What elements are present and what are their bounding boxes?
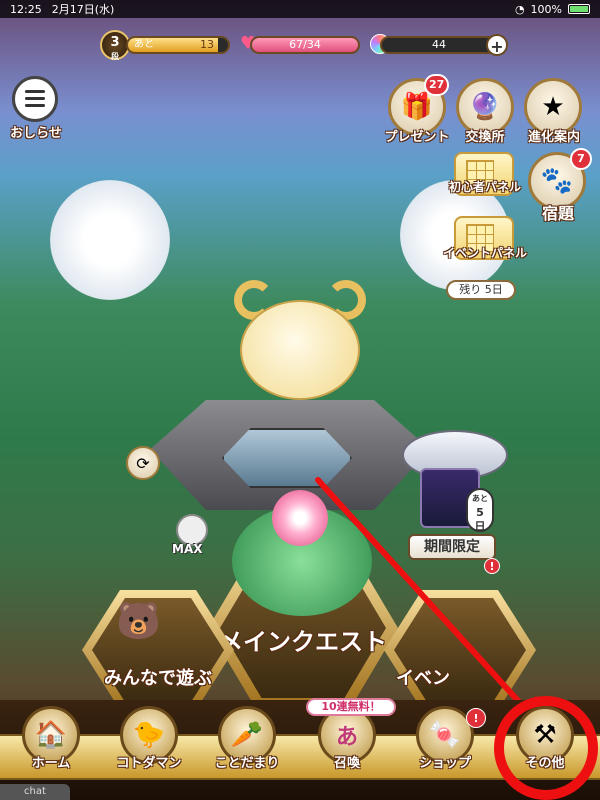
- event-panel-label: イベントパネル: [442, 246, 527, 260]
- resource-bar: 3 段 あと 13 ♥ 67/34 44 +: [100, 30, 520, 62]
- menu-list-icon: [25, 90, 45, 111]
- status-time: 12:25: [10, 2, 42, 16]
- rotate-button[interactable]: ⟳: [126, 446, 160, 480]
- status-date: 2月17日(水): [51, 3, 115, 16]
- gem-value: 44: [432, 38, 446, 51]
- max-label: MAX: [172, 542, 203, 556]
- wifi-icon: ◔: [514, 2, 525, 16]
- present-label: プレゼント: [384, 130, 450, 145]
- beginner-panel-label: 初心者パネル: [448, 180, 521, 194]
- tanuki-icon: 🐾: [540, 166, 574, 196]
- present-count-badge: 27: [424, 74, 450, 96]
- rank-number: 3: [110, 35, 120, 50]
- nav-summon[interactable]: あ 召喚: [306, 706, 388, 784]
- tanuki-pair-icon: 🐻: [116, 601, 161, 642]
- battery-percent: 100%: [530, 2, 562, 16]
- main-quest-label: メインクエスト: [219, 628, 387, 656]
- battery-icon: [568, 4, 590, 14]
- summon-char: あ: [335, 725, 358, 750]
- rank-suffix: 段: [111, 52, 119, 61]
- nav-kotodamari-label: ことだまり: [214, 756, 280, 771]
- highlight-circle: [494, 696, 598, 800]
- exp-bar: あと 13: [126, 36, 230, 54]
- ram-monster[interactable]: [220, 270, 380, 410]
- nav-home-label: ホーム: [31, 756, 71, 771]
- play-together-label: みんなで遊ぶ: [104, 668, 212, 689]
- stamina-bar: 67/34: [250, 36, 360, 54]
- evolution-guide-label: 進化案内: [527, 130, 580, 145]
- gem-bar: 44: [380, 36, 498, 54]
- nav-home[interactable]: 🏠 ホーム: [10, 706, 92, 784]
- refresh-icon: ⟳: [136, 453, 150, 473]
- stamina-value: 67/34: [289, 38, 321, 51]
- chat-tab[interactable]: chat: [0, 784, 70, 800]
- pink-flower-icon: [272, 490, 328, 546]
- monster-body: [240, 300, 360, 400]
- white-flower-left: [50, 180, 170, 300]
- limited-alert-badge: !: [484, 558, 500, 574]
- event-label: イベン: [396, 668, 450, 689]
- add-gems-button[interactable]: +: [486, 34, 508, 56]
- event-panel-days: 残り 5日: [446, 280, 516, 300]
- limited-days-prefix: あと: [472, 494, 488, 503]
- status-bar: 12:25 2月17日(水) ◔ 100%: [0, 0, 600, 18]
- nav-kotodaman[interactable]: 🐤 コトダマン: [108, 706, 190, 784]
- exchange-orbs-icon: 🔮: [468, 92, 502, 122]
- notice-button[interactable]: [12, 76, 58, 122]
- nav-kotodaman-label: コトダマン: [116, 756, 182, 771]
- gift-icon: 🎁: [400, 92, 434, 122]
- exp-value: 13: [200, 38, 214, 51]
- limited-days-remaining: あと 5 日: [466, 488, 494, 533]
- nav-kotodamari[interactable]: 🥕 ことだまり: [206, 706, 288, 784]
- shop-alert-badge: !: [466, 708, 486, 728]
- homework-count-badge: 7: [570, 148, 592, 170]
- limited-time-tag[interactable]: 期間限定: [408, 534, 496, 560]
- homework-label: 宿題: [541, 204, 574, 223]
- limited-days-number: 5: [476, 506, 484, 519]
- notice-label: おしらせ: [10, 126, 62, 141]
- summon-free-banner: 10連無料！: [306, 698, 396, 716]
- exchange-label: 交換所: [465, 130, 505, 145]
- nav-shop-label: ショップ: [418, 756, 471, 771]
- star-arrow-icon: ★: [541, 92, 565, 122]
- nav-summon-label: 召喚: [333, 756, 360, 771]
- limited-days-unit: 日: [474, 520, 486, 533]
